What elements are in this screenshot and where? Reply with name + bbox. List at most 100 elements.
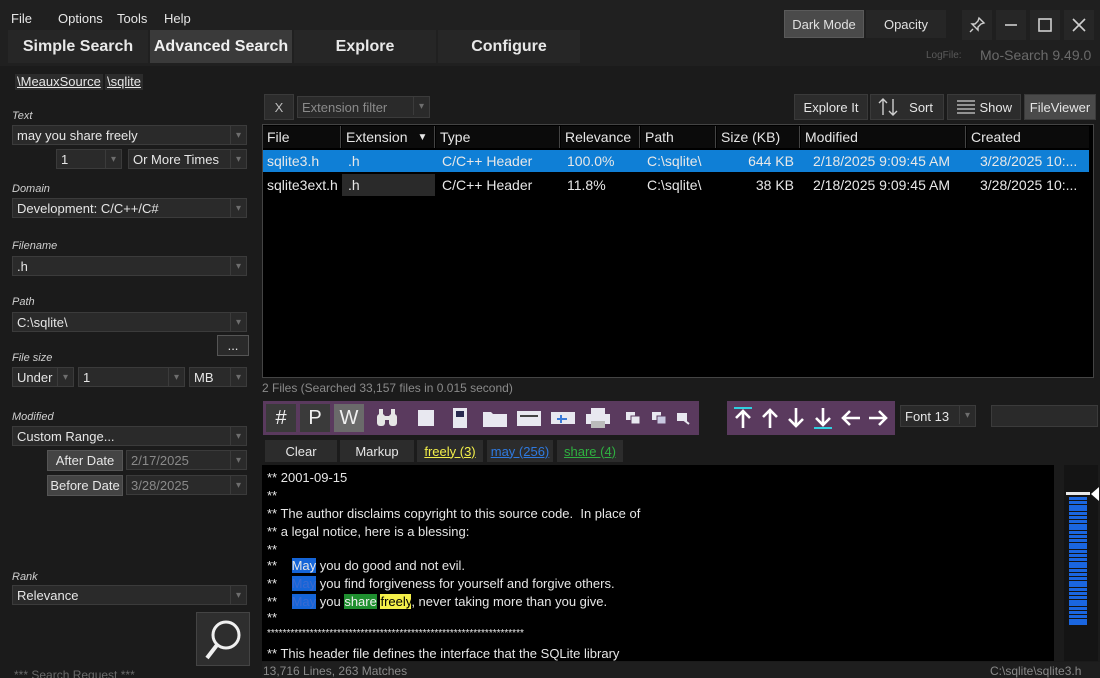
chevron-down-icon[interactable]: ▾ <box>230 427 246 445</box>
font-size-select[interactable]: Font 13 ▾ <box>900 405 976 427</box>
chevron-down-icon[interactable]: ▾ <box>230 368 246 386</box>
binoculars-icon[interactable] <box>370 404 404 432</box>
text-label: Text <box>12 110 33 122</box>
chevron-down-icon[interactable]: ▾ <box>230 586 246 604</box>
window-icon[interactable] <box>514 404 544 432</box>
column-header-extension[interactable]: Extension ▼ <box>342 126 435 148</box>
minimap-mark <box>1069 595 1087 599</box>
arrow-left-icon[interactable] <box>839 404 863 432</box>
size-unit-select[interactable]: MB ▾ <box>189 367 247 387</box>
column-header-created[interactable]: Created <box>967 126 1089 148</box>
word-wrap-button[interactable]: W <box>334 404 364 432</box>
arrow-down-icon[interactable] <box>784 404 808 432</box>
tab-configure[interactable]: Configure <box>438 30 580 63</box>
size-value-input[interactable]: 1 ▾ <box>78 367 185 387</box>
breadcrumb-sqlite[interactable]: \sqlite <box>105 74 143 90</box>
markup-button[interactable]: Markup <box>340 440 414 462</box>
after-date-input[interactable]: 2/17/2025 ▾ <box>126 450 247 470</box>
chevron-down-icon[interactable]: ▾ <box>168 368 184 386</box>
copy-window-icon[interactable] <box>548 404 578 432</box>
menu-help[interactable]: Help <box>164 11 191 26</box>
count-mode-select[interactable]: Or More Times ▾ <box>128 149 247 169</box>
pin-icon[interactable] <box>962 10 992 40</box>
opacity-button[interactable]: Opacity <box>866 10 946 38</box>
viewer-find-input[interactable] <box>991 405 1098 427</box>
minimap-mark <box>1069 512 1087 516</box>
chevron-down-icon[interactable]: ▾ <box>959 406 975 424</box>
cell-created: 3/28/2025 10:... <box>980 153 1078 169</box>
chevron-down-icon[interactable]: ▾ <box>230 126 246 144</box>
files-status: 2 Files (Searched 33,157 files in 0.015 … <box>262 381 513 395</box>
term-share-tag[interactable]: share (4) <box>557 440 623 462</box>
column-header-relevance[interactable]: Relevance <box>561 126 640 148</box>
column-header-modified[interactable]: Modified <box>801 126 966 148</box>
close-icon[interactable] <box>1064 10 1094 40</box>
explore-it-button[interactable]: Explore It <box>794 94 868 120</box>
rank-select[interactable]: Relevance ▾ <box>12 585 247 605</box>
column-header-type[interactable]: Type <box>436 126 560 148</box>
chevron-down-icon[interactable]: ▾ <box>230 257 246 275</box>
small-window-icon-3[interactable] <box>672 404 694 432</box>
before-date-button[interactable]: Before Date <box>47 475 123 496</box>
filename-input[interactable]: .h ▾ <box>12 256 247 276</box>
chevron-down-icon[interactable]: ▾ <box>413 97 429 115</box>
modified-select[interactable]: Custom Range... ▾ <box>12 426 247 446</box>
filename-label: Filename <box>12 240 58 252</box>
browse-button[interactable]: ... <box>217 335 249 356</box>
viewer-line: ** 2001-09-15 <box>267 470 348 485</box>
count-select[interactable]: 1 ▾ <box>56 149 122 169</box>
before-date-input[interactable]: 3/28/2025 ▾ <box>126 475 247 495</box>
text-input[interactable]: may you share freely ▾ <box>12 125 247 145</box>
folder-icon[interactable] <box>480 404 510 432</box>
search-button[interactable] <box>196 612 250 666</box>
paragraph-button[interactable]: P <box>300 404 330 432</box>
chevron-down-icon[interactable]: ▾ <box>230 313 246 331</box>
arrow-right-icon[interactable] <box>866 404 890 432</box>
tab-advanced-search[interactable]: Advanced Search <box>150 30 292 63</box>
column-header-path[interactable]: Path <box>641 126 716 148</box>
chevron-down-icon[interactable]: ▾ <box>230 451 246 469</box>
term-freely-tag[interactable]: freely (3) <box>417 440 483 462</box>
cell-file: sqlite3ext.h <box>267 177 338 193</box>
path-input[interactable]: C:\sqlite\ ▾ <box>12 312 247 332</box>
chevron-down-icon[interactable]: ▾ <box>230 150 246 168</box>
dark-mode-button[interactable]: Dark Mode <box>784 10 864 38</box>
go-top-icon[interactable] <box>731 404 755 432</box>
menu-tools[interactable]: Tools <box>117 11 147 26</box>
minimap-mark <box>1069 504 1087 508</box>
chevron-down-icon[interactable]: ▾ <box>57 368 73 386</box>
small-window-icon-2[interactable] <box>648 404 670 432</box>
page-icon[interactable] <box>412 404 440 432</box>
maximize-icon[interactable] <box>1030 10 1060 40</box>
minimap-mark <box>1069 592 1087 595</box>
column-header-size[interactable]: Size (KB) <box>717 126 800 148</box>
viewer-line: ** a legal notice, here is a blessing: <box>267 524 470 539</box>
tab-simple-search[interactable]: Simple Search <box>8 30 148 63</box>
clear-marks-button[interactable]: Clear <box>265 440 337 462</box>
breadcrumb-meauxsource[interactable]: \MeauxSource <box>15 74 103 90</box>
clear-filter-button[interactable]: X <box>264 94 294 120</box>
arrow-up-icon[interactable] <box>758 404 782 432</box>
column-header-file[interactable]: File <box>263 126 341 148</box>
go-bottom-icon[interactable] <box>811 404 835 432</box>
term-may-tag[interactable]: may (256) <box>487 440 553 462</box>
cell-size: 38 KB <box>755 177 794 193</box>
chevron-down-icon[interactable]: ▾ <box>230 476 246 494</box>
extension-filter-input[interactable]: Extension filter ▾ <box>297 96 430 118</box>
tab-explore[interactable]: Explore <box>294 30 436 63</box>
print-icon[interactable] <box>583 404 613 432</box>
fileviewer-button[interactable]: FileViewer <box>1024 94 1096 120</box>
chevron-down-icon[interactable]: ▾ <box>105 150 121 168</box>
document-icon[interactable] <box>446 404 474 432</box>
domain-select[interactable]: Development: C/C++/C# ▾ <box>12 198 247 218</box>
menu-options[interactable]: Options <box>58 11 103 26</box>
menu-file[interactable]: File <box>11 11 32 26</box>
line-numbers-button[interactable]: # <box>266 404 296 432</box>
after-date-button[interactable]: After Date <box>47 450 123 471</box>
minimize-icon[interactable] <box>996 10 1026 40</box>
rank-label: Rank <box>12 571 38 583</box>
small-window-icon-1[interactable] <box>622 404 644 432</box>
chevron-down-icon[interactable]: ▾ <box>230 199 246 217</box>
cell-type: C/C++ Header <box>442 177 533 193</box>
size-operator-select[interactable]: Under ▾ <box>12 367 74 387</box>
